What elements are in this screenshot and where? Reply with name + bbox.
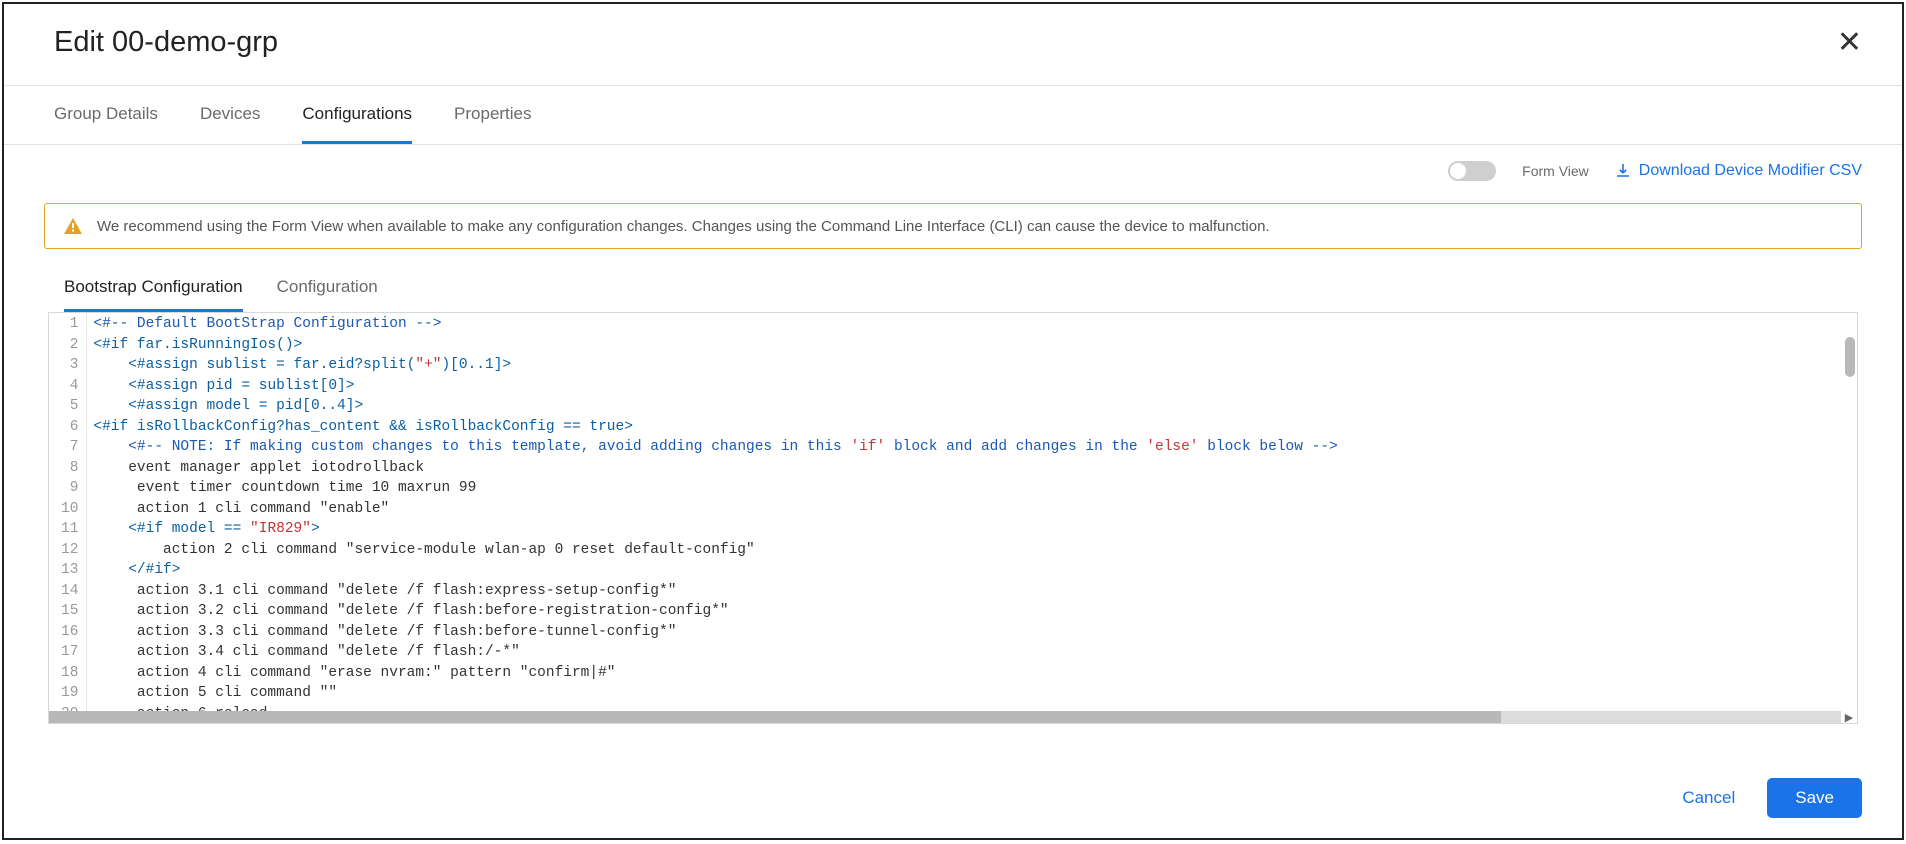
code-line[interactable]: action 3.3 cli command "delete /f flash:… bbox=[93, 622, 1851, 643]
warning-text: We recommend using the Form View when av… bbox=[97, 218, 1270, 235]
toolbar: Form View Download Device Modifier CSV bbox=[4, 145, 1902, 181]
line-number: 6 bbox=[61, 417, 78, 438]
code-line[interactable]: <#assign pid = sublist[0]> bbox=[93, 376, 1851, 397]
code-line[interactable]: <#assign sublist = far.eid?split("+")[0.… bbox=[93, 355, 1851, 376]
line-number: 5 bbox=[61, 396, 78, 417]
line-number: 9 bbox=[61, 478, 78, 499]
footer: Cancel Save bbox=[4, 758, 1902, 838]
download-csv-link[interactable]: Download Device Modifier CSV bbox=[1615, 162, 1862, 180]
code-line[interactable]: action 3.1 cli command "delete /f flash:… bbox=[93, 581, 1851, 602]
code-line[interactable]: action 1 cli command "enable" bbox=[93, 499, 1851, 520]
line-number: 2 bbox=[61, 335, 78, 356]
code-line[interactable]: <#-- NOTE: If making custom changes to t… bbox=[93, 437, 1851, 458]
vertical-scrollbar-thumb[interactable] bbox=[1845, 337, 1855, 377]
code-line[interactable]: <#assign model = pid[0..4]> bbox=[93, 396, 1851, 417]
code-line[interactable]: </#if> bbox=[93, 560, 1851, 581]
line-number: 8 bbox=[61, 458, 78, 479]
line-number: 14 bbox=[61, 581, 78, 602]
line-number: 16 bbox=[61, 622, 78, 643]
code-line[interactable]: action 2 cli command "service-module wla… bbox=[93, 540, 1851, 561]
horizontal-scrollbar-thumb[interactable] bbox=[49, 711, 1501, 723]
code-body[interactable]: <#-- Default BootStrap Configuration -->… bbox=[87, 313, 1857, 723]
tab-devices[interactable]: Devices bbox=[200, 86, 260, 144]
scroll-right-arrow-icon[interactable]: ▶ bbox=[1841, 711, 1857, 723]
content-area: We recommend using the Form View when av… bbox=[4, 181, 1902, 724]
line-number: 10 bbox=[61, 499, 78, 520]
top-tabs: Group Details Devices Configurations Pro… bbox=[4, 86, 1902, 145]
line-number: 19 bbox=[61, 683, 78, 704]
warning-banner: We recommend using the Form View when av… bbox=[44, 203, 1862, 249]
line-number: 4 bbox=[61, 376, 78, 397]
subtab-bootstrap-configuration[interactable]: Bootstrap Configuration bbox=[64, 267, 243, 312]
line-number: 17 bbox=[61, 642, 78, 663]
warning-icon bbox=[63, 216, 83, 236]
line-number: 7 bbox=[61, 437, 78, 458]
tab-configurations[interactable]: Configurations bbox=[302, 86, 412, 144]
form-view-label: Form View bbox=[1522, 163, 1589, 179]
cancel-button[interactable]: Cancel bbox=[1682, 788, 1735, 808]
horizontal-scrollbar[interactable] bbox=[49, 711, 1841, 723]
form-view-toggle[interactable] bbox=[1448, 161, 1496, 181]
line-number: 15 bbox=[61, 601, 78, 622]
code-line[interactable]: event timer countdown time 10 maxrun 99 bbox=[93, 478, 1851, 499]
download-icon bbox=[1615, 163, 1631, 179]
page-title: Edit 00-demo-grp bbox=[54, 26, 278, 59]
code-line[interactable]: <#-- Default BootStrap Configuration --> bbox=[93, 314, 1851, 335]
line-number: 13 bbox=[61, 560, 78, 581]
tab-group-details[interactable]: Group Details bbox=[54, 86, 158, 144]
code-line[interactable]: action 3.2 cli command "delete /f flash:… bbox=[93, 601, 1851, 622]
line-number: 1 bbox=[61, 314, 78, 335]
line-number: 12 bbox=[61, 540, 78, 561]
code-line[interactable]: <#if isRollbackConfig?has_content && isR… bbox=[93, 417, 1851, 438]
close-icon[interactable]: ✕ bbox=[1837, 28, 1862, 58]
toggle-knob bbox=[1450, 163, 1466, 179]
code-line[interactable]: action 4 cli command "erase nvram:" patt… bbox=[93, 663, 1851, 684]
tab-properties[interactable]: Properties bbox=[454, 86, 531, 144]
line-number-gutter: 1234567891011121314151617181920 bbox=[49, 313, 87, 723]
subtab-configuration[interactable]: Configuration bbox=[277, 267, 378, 312]
code-line[interactable]: event manager applet iotodrollback bbox=[93, 458, 1851, 479]
code-line[interactable]: action 5 cli command "" bbox=[93, 683, 1851, 704]
line-number: 3 bbox=[61, 355, 78, 376]
code-line[interactable]: <#if model == "IR829"> bbox=[93, 519, 1851, 540]
modal-header: Edit 00-demo-grp ✕ bbox=[4, 4, 1902, 86]
modal-frame: Edit 00-demo-grp ✕ Group Details Devices… bbox=[2, 2, 1904, 840]
download-csv-label: Download Device Modifier CSV bbox=[1639, 162, 1862, 180]
line-number: 11 bbox=[61, 519, 78, 540]
code-line[interactable]: <#if far.isRunningIos()> bbox=[93, 335, 1851, 356]
sub-tabs: Bootstrap Configuration Configuration bbox=[44, 267, 1862, 312]
line-number: 18 bbox=[61, 663, 78, 684]
code-editor[interactable]: 1234567891011121314151617181920 <#-- Def… bbox=[48, 312, 1858, 724]
save-button[interactable]: Save bbox=[1767, 778, 1862, 818]
code-line[interactable]: action 3.4 cli command "delete /f flash:… bbox=[93, 642, 1851, 663]
